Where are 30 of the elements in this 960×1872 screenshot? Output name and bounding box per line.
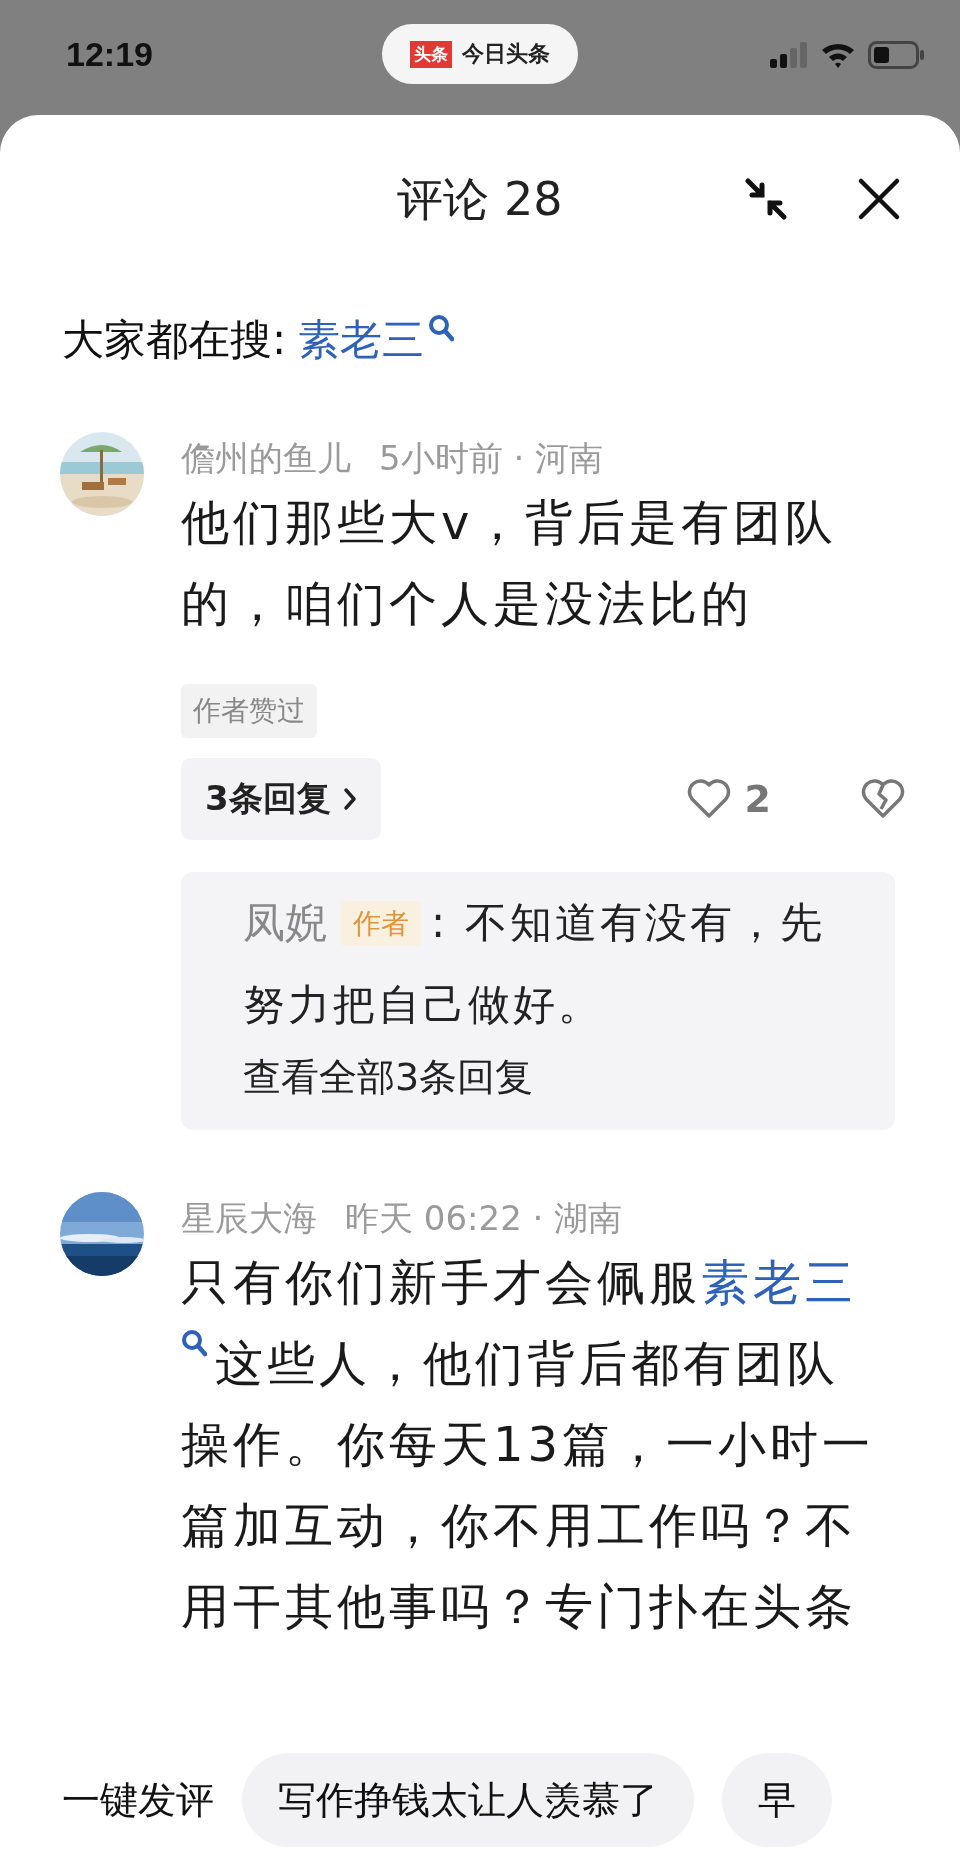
heart-icon[interactable] (686, 779, 731, 819)
quick-comment-chip[interactable]: 写作挣钱太让人羡慕了 (242, 1753, 694, 1847)
comment-meta: 5小时前 · 河南 (379, 437, 604, 480)
battery-icon (868, 40, 924, 69)
comment-meta: 昨天 06:22 · 湖南 (345, 1197, 623, 1240)
comment-text: 他们那些大v，背后是有团队的，咱们个人是没法比的 (181, 493, 839, 633)
search-link[interactable]: 素老三 (701, 1254, 857, 1310)
chevron-icon (342, 787, 357, 811)
app-pill[interactable]: 头条 今日头条 (382, 24, 578, 84)
trending-label: 大家都在搜: (62, 314, 287, 366)
search-icon[interactable] (181, 1329, 207, 1357)
view-all-replies-link[interactable]: 查看全部3条回复 (243, 1046, 534, 1108)
app-logo: 头条 (410, 40, 452, 68)
author-tag: 作者 (341, 901, 421, 946)
close-icon[interactable] (857, 177, 901, 221)
broken-heart-icon[interactable] (861, 779, 905, 819)
replies-button[interactable]: 3条回复 (181, 758, 381, 840)
comment-text: 只有你们新手才会佩服素老三 这些人，他们背后都有团队操作。你每天13篇，一小时一篇加互动，你不用工作吗？不用干其他事吗？专门扑在头条 (181, 1253, 876, 1636)
status-time: 12:19 (66, 35, 153, 74)
signal-icon (770, 41, 808, 68)
author-liked-tag: 作者赞过 (181, 684, 317, 738)
comments-title: 评论 28 (397, 171, 563, 228)
quick-comment-chip[interactable]: 早 (722, 1753, 832, 1847)
app-name: 今日头条 (462, 40, 550, 68)
wifi-icon (820, 41, 856, 68)
quick-comment-label: 一键发评 (62, 1776, 214, 1824)
search-icon[interactable] (428, 314, 455, 342)
like-count: 2 (744, 777, 771, 821)
trending-link[interactable]: 素老三 (298, 312, 425, 368)
collapse-icon[interactable] (744, 177, 788, 221)
